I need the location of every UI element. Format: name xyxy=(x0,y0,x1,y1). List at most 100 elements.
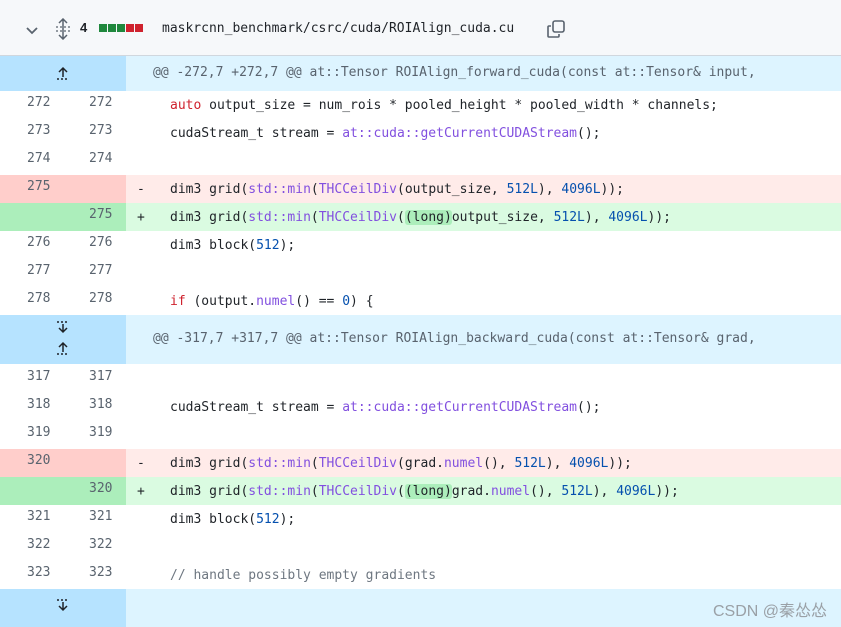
new-line-number[interactable]: 317 xyxy=(63,365,126,393)
watermark: CSDN @秦怂怂 xyxy=(712,603,827,620)
old-line-number[interactable]: 322 xyxy=(0,533,63,561)
code-line: dim3 grid(std::min(THCCeilDiv((long)grad… xyxy=(155,477,841,505)
deleted-line: 320 - dim3 grid(std::min(THCCeilDiv(grad… xyxy=(0,449,841,477)
code-line: cudaStream_t stream = at::cuda::getCurre… xyxy=(170,400,601,415)
old-line-number[interactable]: 272 xyxy=(0,91,63,119)
diff-marker: + xyxy=(126,203,155,231)
hunk-header-text: @@ -272,7 +272,7 @@ at::Tensor ROIAlign_… xyxy=(153,65,756,80)
diff-line: 276 276 dim3 block(512); xyxy=(0,231,841,259)
code-line: dim3 grid(std::min(THCCeilDiv((long)outp… xyxy=(155,203,841,231)
expand-down-icon xyxy=(57,599,69,612)
diff-marker xyxy=(126,119,155,147)
diff-line: 318 318 cudaStream_t stream = at::cuda::… xyxy=(0,393,841,421)
added-line: 320 + dim3 grid(std::min(THCCeilDiv((lon… xyxy=(0,477,841,505)
new-line-number[interactable]: 277 xyxy=(63,259,126,287)
diff-marker xyxy=(126,533,155,561)
code-line: dim3 grid(std::min(THCCeilDiv(grad.numel… xyxy=(155,449,841,477)
diff-marker xyxy=(126,393,155,421)
expand-up-icon xyxy=(57,66,69,80)
deleted-line: 275 - dim3 grid(std::min(THCCeilDiv(outp… xyxy=(0,175,841,203)
diffstat-block xyxy=(126,24,134,32)
hunk-header: @@ -317,7 +317,7 @@ at::Tensor ROIAlign_… xyxy=(0,315,841,364)
diffstat xyxy=(99,24,143,32)
old-line-number[interactable]: 273 xyxy=(0,119,63,147)
new-line-number[interactable]: 319 xyxy=(63,421,126,449)
changes-count: 4 xyxy=(80,20,88,35)
diff-line: 323 323 // handle possibly empty gradien… xyxy=(0,561,841,589)
diff-marker xyxy=(126,365,155,393)
new-line-number[interactable]: 273 xyxy=(63,119,126,147)
new-line-number[interactable]: 278 xyxy=(63,287,126,315)
new-line-number[interactable]: 274 xyxy=(63,147,126,175)
new-line-number[interactable]: 323 xyxy=(63,561,126,589)
code-line: dim3 block(512); xyxy=(170,238,296,253)
old-line-number[interactable]: 321 xyxy=(0,505,63,533)
new-line-number[interactable]: 318 xyxy=(63,393,126,421)
diffstat-block xyxy=(135,24,143,32)
diff-marker xyxy=(126,505,155,533)
expand-down-button[interactable] xyxy=(0,589,126,627)
added-line: 275 + dim3 grid(std::min(THCCeilDiv((lon… xyxy=(0,203,841,231)
code-line: if (output.numel() == 0) { xyxy=(170,294,374,309)
expand-all-icon[interactable] xyxy=(54,18,72,40)
expand-up-button[interactable] xyxy=(0,56,126,91)
new-line-number[interactable]: 272 xyxy=(63,91,126,119)
expand-button[interactable] xyxy=(0,315,126,364)
expand-up-icon xyxy=(57,341,69,355)
new-line-number[interactable]: 322 xyxy=(63,533,126,561)
hunk-header-text: @@ -317,7 +317,7 @@ at::Tensor ROIAlign_… xyxy=(153,331,756,346)
new-line-number[interactable]: 321 xyxy=(63,505,126,533)
old-line-number[interactable]: 278 xyxy=(0,287,63,315)
diff-marker xyxy=(126,259,155,287)
inline-highlight: (long) xyxy=(404,210,452,225)
diff-line: 278 278 if (output.numel() == 0) { xyxy=(0,287,841,315)
diff-line: 321 321 dim3 block(512); xyxy=(0,505,841,533)
diff-marker xyxy=(126,561,155,589)
code-line: // handle possibly empty gradients xyxy=(155,561,841,589)
old-line-number[interactable]: 277 xyxy=(0,259,63,287)
diff-marker xyxy=(126,91,155,119)
inline-highlight: (long) xyxy=(404,484,452,499)
diff-marker: + xyxy=(126,477,155,505)
old-line-number[interactable]: 318 xyxy=(0,393,63,421)
new-line-number[interactable]: 320 xyxy=(63,477,126,505)
diff-line: 322 322 xyxy=(0,533,841,561)
new-line-number[interactable]: 276 xyxy=(63,231,126,259)
copy-icon[interactable] xyxy=(546,19,566,39)
expand-down-icon xyxy=(57,321,69,334)
old-line-number[interactable]: 275 xyxy=(0,175,63,203)
old-line-number[interactable] xyxy=(0,477,63,505)
diff-line: 272 272 auto output_size = num_rois * po… xyxy=(0,91,841,119)
diff-marker xyxy=(126,287,155,315)
new-line-number[interactable] xyxy=(63,449,126,477)
code-line: cudaStream_t stream = at::cuda::getCurre… xyxy=(170,126,601,141)
diff-marker xyxy=(126,147,155,175)
old-line-number[interactable]: 274 xyxy=(0,147,63,175)
diffstat-block xyxy=(108,24,116,32)
diff-line: 273 273 cudaStream_t stream = at::cuda::… xyxy=(0,119,841,147)
new-line-number[interactable] xyxy=(63,175,126,203)
diff-line: 277 277 xyxy=(0,259,841,287)
chevron-down-icon[interactable] xyxy=(24,22,40,38)
old-line-number[interactable]: 323 xyxy=(0,561,63,589)
old-line-number[interactable] xyxy=(0,203,63,231)
diff-marker: - xyxy=(126,175,155,203)
new-line-number[interactable]: 275 xyxy=(63,203,126,231)
old-line-number[interactable]: 317 xyxy=(0,365,63,393)
code-line: dim3 grid(std::min(THCCeilDiv(output_siz… xyxy=(155,175,841,203)
diff-marker xyxy=(126,231,155,259)
diff-line: 274 274 xyxy=(0,147,841,175)
old-line-number[interactable]: 319 xyxy=(0,421,63,449)
diff-line: 319 319 xyxy=(0,421,841,449)
file-name[interactable]: maskrcnn_benchmark/csrc/cuda/ROIAlign_cu… xyxy=(162,21,514,36)
old-line-number[interactable]: 320 xyxy=(0,449,63,477)
old-line-number[interactable]: 276 xyxy=(0,231,63,259)
diff-marker: - xyxy=(126,449,155,477)
code-line: dim3 block(512); xyxy=(170,512,296,527)
code-comment: // handle possibly empty gradients xyxy=(170,568,437,583)
file-header: 4 maskrcnn_benchmark/csrc/cuda/ROIAlign_… xyxy=(0,0,841,56)
